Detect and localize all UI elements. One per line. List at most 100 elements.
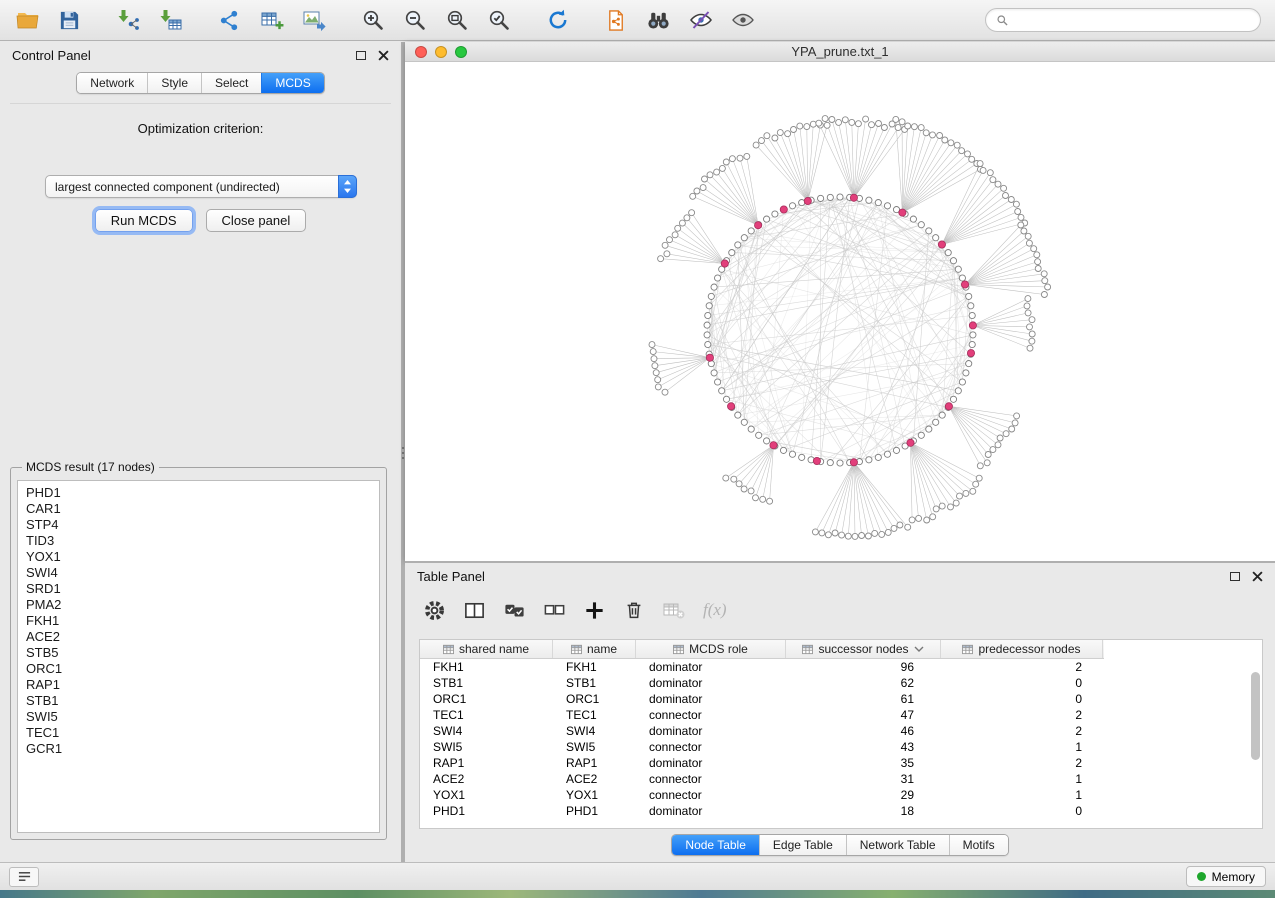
table-row[interactable]: SWI5SWI5connector431: [420, 739, 1262, 755]
mcds-result-item[interactable]: PHD1: [18, 485, 379, 501]
cell-name[interactable]: TEC1: [553, 708, 636, 722]
network-document-icon[interactable]: [603, 7, 630, 34]
binoculars-icon[interactable]: [645, 7, 672, 34]
column-header-successor-nodes[interactable]: successor nodes: [786, 640, 941, 658]
cell-predecessor-nodes[interactable]: 1: [941, 740, 1103, 754]
open-session-icon[interactable]: [14, 7, 41, 34]
mcds-result-item[interactable]: TID3: [18, 533, 379, 549]
table-row[interactable]: SWI4SWI4dominator462: [420, 723, 1262, 739]
mcds-result-item[interactable]: ORC1: [18, 661, 379, 677]
mcds-result-item[interactable]: YOX1: [18, 549, 379, 565]
delete-columns-icon[interactable]: [623, 599, 645, 621]
zoom-in-icon[interactable]: [359, 7, 386, 34]
table-row[interactable]: TEC1TEC1connector472: [420, 707, 1262, 723]
cell-shared-name[interactable]: SWI5: [420, 740, 553, 754]
new-table-icon[interactable]: [258, 7, 285, 34]
cell-shared-name[interactable]: ACE2: [420, 772, 553, 786]
cell-shared-name[interactable]: PHD1: [420, 804, 553, 818]
table-row[interactable]: STB1STB1dominator620: [420, 675, 1262, 691]
cell-successor-nodes[interactable]: 47: [786, 708, 941, 722]
cell-mcds-role[interactable]: connector: [636, 788, 786, 802]
cell-predecessor-nodes[interactable]: 2: [941, 660, 1103, 674]
mcds-result-item[interactable]: RAP1: [18, 677, 379, 693]
cell-mcds-role[interactable]: dominator: [636, 660, 786, 674]
cell-successor-nodes[interactable]: 29: [786, 788, 941, 802]
cell-name[interactable]: PHD1: [553, 804, 636, 818]
table-row[interactable]: YOX1YOX1connector291: [420, 787, 1262, 803]
eye-slash-icon[interactable]: [687, 7, 714, 34]
network-window-titlebar[interactable]: YPA_prune.txt_1: [405, 42, 1275, 62]
add-column-icon[interactable]: [583, 599, 606, 622]
cell-successor-nodes[interactable]: 61: [786, 692, 941, 706]
cell-predecessor-nodes[interactable]: 1: [941, 772, 1103, 786]
cell-shared-name[interactable]: TEC1: [420, 708, 553, 722]
cell-shared-name[interactable]: STB1: [420, 676, 553, 690]
table-tab-node-table[interactable]: Node Table: [672, 835, 759, 855]
cell-name[interactable]: SWI5: [553, 740, 636, 754]
run-mcds-button[interactable]: Run MCDS: [95, 209, 193, 232]
cell-shared-name[interactable]: SWI4: [420, 724, 553, 738]
table-row[interactable]: ACE2ACE2connector311: [420, 771, 1262, 787]
show-columns-icon[interactable]: [463, 599, 486, 622]
cell-successor-nodes[interactable]: 62: [786, 676, 941, 690]
cell-shared-name[interactable]: ORC1: [420, 692, 553, 706]
zoom-selected-icon[interactable]: [485, 7, 512, 34]
import-network-icon[interactable]: [115, 7, 142, 34]
cell-successor-nodes[interactable]: 35: [786, 756, 941, 770]
criterion-select[interactable]: largest connected component (undirected): [45, 175, 357, 198]
mcds-result-item[interactable]: GCR1: [18, 741, 379, 757]
cell-name[interactable]: YOX1: [553, 788, 636, 802]
cell-predecessor-nodes[interactable]: 0: [941, 692, 1103, 706]
cell-successor-nodes[interactable]: 96: [786, 660, 941, 674]
zoom-out-icon[interactable]: [401, 7, 428, 34]
import-table-icon[interactable]: [157, 7, 184, 34]
cell-mcds-role[interactable]: connector: [636, 740, 786, 754]
mcds-result-item[interactable]: SWI5: [18, 709, 379, 725]
mcds-result-item[interactable]: STB1: [18, 693, 379, 709]
tab-mcds[interactable]: MCDS: [261, 73, 323, 93]
table-row[interactable]: RAP1RAP1dominator352: [420, 755, 1262, 771]
tab-select[interactable]: Select: [201, 73, 261, 93]
cell-successor-nodes[interactable]: 46: [786, 724, 941, 738]
column-header-predecessor-nodes[interactable]: predecessor nodes: [941, 640, 1103, 658]
tab-network[interactable]: Network: [77, 73, 147, 93]
cell-mcds-role[interactable]: connector: [636, 708, 786, 722]
minimize-window-icon[interactable]: [435, 46, 447, 58]
new-network-icon[interactable]: [216, 7, 243, 34]
cell-shared-name[interactable]: FKH1: [420, 660, 553, 674]
cell-predecessor-nodes[interactable]: 0: [941, 804, 1103, 818]
cell-name[interactable]: SWI4: [553, 724, 636, 738]
table-tab-network-table[interactable]: Network Table: [846, 835, 949, 855]
close-window-icon[interactable]: [415, 46, 427, 58]
cell-name[interactable]: STB1: [553, 676, 636, 690]
cell-predecessor-nodes[interactable]: 2: [941, 708, 1103, 722]
mcds-result-item[interactable]: CAR1: [18, 501, 379, 517]
mcds-result-item[interactable]: FKH1: [18, 613, 379, 629]
float-table-panel-icon[interactable]: [1230, 572, 1240, 581]
cell-successor-nodes[interactable]: 31: [786, 772, 941, 786]
cell-predecessor-nodes[interactable]: 1: [941, 788, 1103, 802]
cell-successor-nodes[interactable]: 43: [786, 740, 941, 754]
search-input[interactable]: [1015, 13, 1250, 27]
table-tab-motifs[interactable]: Motifs: [949, 835, 1008, 855]
mcds-result-item[interactable]: TEC1: [18, 725, 379, 741]
zoom-fit-icon[interactable]: [443, 7, 470, 34]
tab-style[interactable]: Style: [147, 73, 201, 93]
select-all-rows-icon[interactable]: [503, 599, 526, 622]
cell-shared-name[interactable]: RAP1: [420, 756, 553, 770]
cell-name[interactable]: ACE2: [553, 772, 636, 786]
eye-icon[interactable]: [729, 7, 756, 34]
close-table-panel-icon[interactable]: [1252, 571, 1263, 582]
cell-predecessor-nodes[interactable]: 2: [941, 756, 1103, 770]
maximize-window-icon[interactable]: [455, 46, 467, 58]
table-scrollbar-thumb[interactable]: [1251, 672, 1260, 760]
cell-name[interactable]: ORC1: [553, 692, 636, 706]
cell-mcds-role[interactable]: dominator: [636, 676, 786, 690]
mcds-result-item[interactable]: STP4: [18, 517, 379, 533]
cell-predecessor-nodes[interactable]: 2: [941, 724, 1103, 738]
table-tab-edge-table[interactable]: Edge Table: [759, 835, 846, 855]
cell-shared-name[interactable]: YOX1: [420, 788, 553, 802]
mcds-result-list[interactable]: PHD1CAR1STP4TID3YOX1SWI4SRD1PMA2FKH1ACE2…: [17, 480, 380, 833]
column-header-mcds-role[interactable]: MCDS role: [636, 640, 786, 658]
cell-name[interactable]: FKH1: [553, 660, 636, 674]
